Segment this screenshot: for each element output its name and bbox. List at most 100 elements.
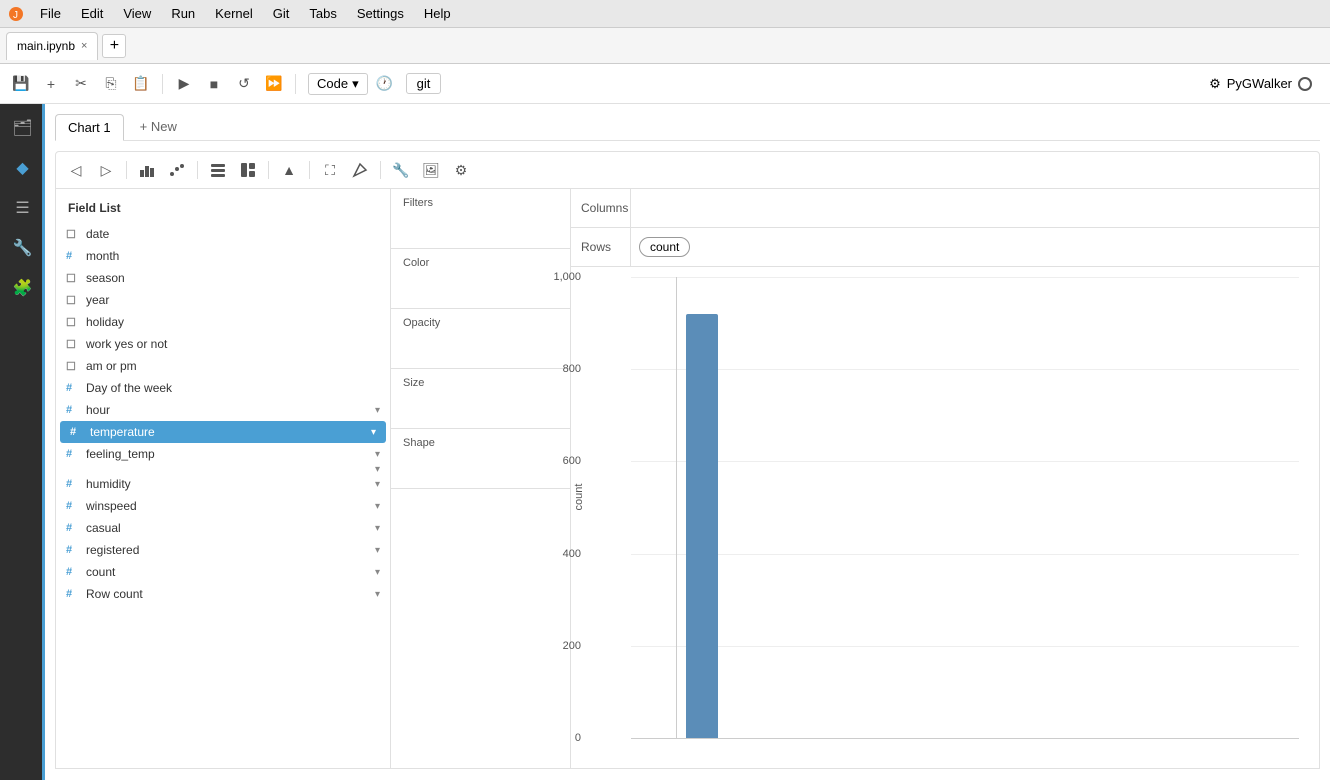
field-hour[interactable]: # hour ▾ <box>56 399 390 421</box>
rows-content: count <box>631 228 1319 266</box>
pygwalker-button[interactable]: ⚙ PyGWalker <box>1199 74 1322 94</box>
field-dayofweek[interactable]: # Day of the week <box>56 377 390 399</box>
field-temperature[interactable]: # temperature ▾ <box>60 421 386 443</box>
field-registered[interactable]: # registered ▾ <box>56 539 390 561</box>
field-icon-temperature: # <box>70 426 84 438</box>
menu-settings[interactable]: Settings <box>349 4 412 23</box>
field-holiday[interactable]: ☐ holiday <box>56 311 390 333</box>
field-workday[interactable]: ☐ work yes or not <box>56 333 390 355</box>
menu-edit[interactable]: Edit <box>73 4 111 23</box>
sidebar-menu-icon[interactable]: ☰ <box>7 192 39 224</box>
wrench-button[interactable]: 🔧 <box>389 158 413 182</box>
field-winspeed[interactable]: # winspeed ▾ <box>56 495 390 517</box>
save-button[interactable]: 💾 <box>8 71 34 97</box>
bar-count <box>686 314 718 738</box>
right-panel: Filters Color Opacity Size Shape <box>391 189 1319 768</box>
cell-type-select[interactable]: Code ▾ <box>308 73 368 95</box>
left-axis-line <box>676 277 677 738</box>
menu-file[interactable]: File <box>32 4 69 23</box>
chart-type-bar[interactable] <box>135 158 159 182</box>
stack-button[interactable] <box>206 158 230 182</box>
chart-toolbar: ◁ ▷ ▲ ⛶ 🔧 🖼 <box>55 151 1320 189</box>
paste-button[interactable]: 📋 <box>128 71 154 97</box>
field-date[interactable]: ☐ date <box>56 223 390 245</box>
run-button[interactable]: ▶ <box>171 71 197 97</box>
count-pill[interactable]: count <box>639 237 690 257</box>
field-list-title: Field List <box>56 197 390 223</box>
field-label-rowcount: Row count <box>86 587 143 601</box>
ytick-600: 600 <box>546 455 586 467</box>
main-tab[interactable]: main.ipynb × <box>6 32 98 60</box>
field-chevron-humidity: ▾ <box>375 479 380 490</box>
sidebar-chart-icon[interactable]: ◆ <box>7 152 39 184</box>
restart-button[interactable]: ↺ <box>231 71 257 97</box>
sidebar-files-icon[interactable]: 🗂 <box>7 112 39 144</box>
restart-run-button[interactable]: ⏩ <box>261 71 287 97</box>
menu-kernel[interactable]: Kernel <box>207 4 261 23</box>
new-chart-button[interactable]: + New <box>128 114 189 140</box>
field-year[interactable]: ☐ year <box>56 289 390 311</box>
image-button[interactable]: 🖼 <box>419 158 443 182</box>
copy-button[interactable]: ⎘ <box>98 71 124 97</box>
redo-button[interactable]: ▷ <box>94 158 118 182</box>
title-bar: J File Edit View Run Kernel Git Tabs Set… <box>0 0 1330 28</box>
columns-content[interactable] <box>631 189 1319 227</box>
chart-toolbar-sep2 <box>197 161 198 179</box>
opacity-section: Opacity <box>391 309 570 369</box>
field-season[interactable]: ☐ season <box>56 267 390 289</box>
field-rowcount[interactable]: # Row count ▾ <box>56 583 390 605</box>
field-month[interactable]: # month <box>56 245 390 267</box>
undo-button[interactable]: ◁ <box>64 158 88 182</box>
more-button[interactable]: ⚙ <box>449 158 473 182</box>
field-humidity[interactable]: # humidity ▾ <box>56 473 390 495</box>
brush-button[interactable] <box>348 158 372 182</box>
gridline-0 <box>631 738 1299 739</box>
field-ampm[interactable]: ☐ am or pm <box>56 355 390 377</box>
ytick-800: 800 <box>546 363 586 375</box>
color-section: Color <box>391 249 570 309</box>
up-button[interactable]: ▲ <box>277 158 301 182</box>
chart-toolbar-sep5 <box>380 161 381 179</box>
sidebar-tools-icon[interactable]: 🔧 <box>7 232 39 264</box>
menu-help[interactable]: Help <box>416 4 459 23</box>
columns-area: Columns <box>571 189 1319 228</box>
git-button[interactable]: git <box>406 73 442 94</box>
chart-tab-1[interactable]: Chart 1 <box>55 114 124 141</box>
stop-button[interactable]: ■ <box>201 71 227 97</box>
field-label-ampm: am or pm <box>86 359 137 373</box>
menu-view[interactable]: View <box>115 4 159 23</box>
size-section: Size <box>391 369 570 429</box>
tab-close-button[interactable]: × <box>81 40 87 52</box>
sidebar-extensions-icon[interactable]: 🧩 <box>7 272 39 304</box>
chart-workspace: Field List ☐ date # month ☐ season ☐ yea… <box>55 189 1320 769</box>
sidebar-icons: 🗂 ◆ ☰ 🔧 🧩 <box>0 104 45 780</box>
cut-button[interactable]: ✂ <box>68 71 94 97</box>
field-icon-date: ☐ <box>66 228 80 241</box>
field-casual[interactable]: # casual ▾ <box>56 517 390 539</box>
pygwalker-icon <box>1298 77 1312 91</box>
menu-tabs[interactable]: Tabs <box>301 4 344 23</box>
chart-type-scatter[interactable] <box>165 158 189 182</box>
field-label-hour: hour <box>86 403 110 417</box>
gridline-800 <box>631 369 1299 370</box>
chart-plot-area: 1,000 800 600 400 <box>631 277 1299 738</box>
chart-toolbar-sep3 <box>268 161 269 179</box>
pygwalker-label: PyGWalker <box>1227 76 1292 91</box>
field-chevron-count: ▾ <box>375 567 380 578</box>
field-icon-hour: # <box>66 404 80 416</box>
menu-git[interactable]: Git <box>265 4 298 23</box>
menu-bar: File Edit View Run Kernel Git Tabs Setti… <box>32 4 459 23</box>
field-icon-ampm: ☐ <box>66 360 80 373</box>
add-cell-button[interactable]: + <box>38 71 64 97</box>
cell-type-label: Code <box>317 76 348 91</box>
field-label-registered: registered <box>86 543 139 557</box>
field-label-winspeed: winspeed <box>86 499 137 513</box>
field-feelingtemp[interactable]: # feeling_temp ▾ <box>56 443 390 465</box>
menu-run[interactable]: Run <box>163 4 203 23</box>
field-count[interactable]: # count ▾ <box>56 561 390 583</box>
field-label-date: date <box>86 227 109 241</box>
expand-button[interactable]: ⛶ <box>318 158 342 182</box>
new-tab-button[interactable]: + <box>102 34 126 58</box>
layout-button[interactable] <box>236 158 260 182</box>
field-icon-dayofweek: # <box>66 382 80 394</box>
